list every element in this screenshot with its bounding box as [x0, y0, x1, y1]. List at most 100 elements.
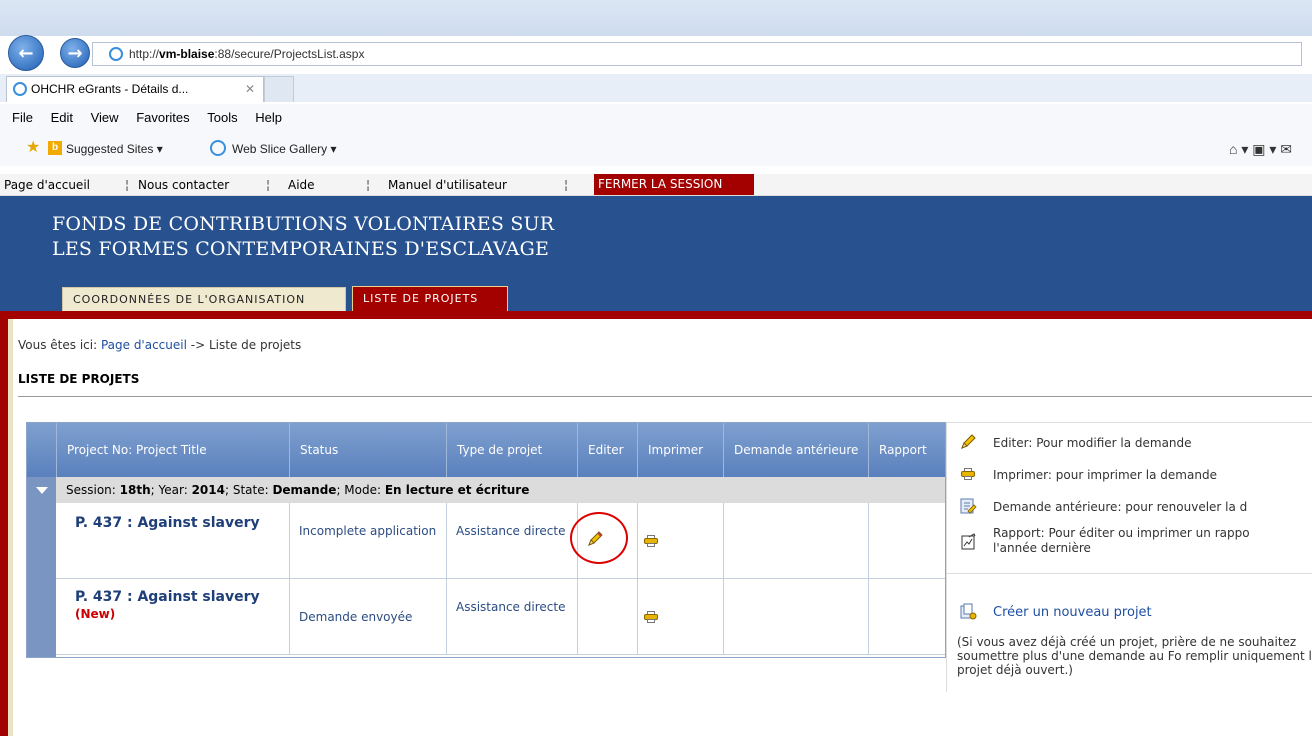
legend-print: Imprimer: pour imprimer la demande — [993, 468, 1217, 482]
menu-view[interactable]: View — [91, 110, 119, 125]
forward-button[interactable]: → — [60, 38, 90, 68]
create-project-link[interactable]: Créer un nouveau projet — [993, 605, 1152, 620]
star-icon[interactable]: ★ — [26, 140, 42, 156]
cell-divider — [577, 579, 637, 655]
group-session: 18th — [119, 483, 151, 497]
printer-icon — [961, 468, 975, 480]
cell-divider — [723, 579, 868, 655]
create-project-note: (Si vous avez déjà créé un projet, prièr… — [957, 635, 1312, 677]
group-year: 2014 — [191, 483, 225, 497]
address-bar[interactable]: http://vm-blaise:88/secure/ProjectsList.… — [92, 42, 1302, 66]
new-badge: (New) — [75, 607, 116, 621]
collapse-icon[interactable] — [36, 487, 48, 494]
nav-separator: ¦ — [564, 178, 569, 192]
col-header-edit[interactable]: Editer — [577, 423, 637, 477]
project-title-link[interactable]: P. 437 : Against slavery (New) — [75, 589, 275, 623]
table-row: P. 437 : Against slavery (New) Demande e… — [56, 579, 945, 655]
menu-tools[interactable]: Tools — [207, 110, 237, 125]
highlight-circle — [570, 512, 628, 564]
ie-icon — [109, 47, 123, 61]
close-icon[interactable]: ✕ — [245, 77, 255, 101]
breadcrumb-home-link[interactable]: Page d'accueil — [101, 338, 187, 352]
nav-separator: ¦ — [366, 178, 371, 192]
project-title[interactable]: P. 437 : Against slavery — [75, 515, 260, 531]
printer-icon[interactable] — [644, 535, 658, 547]
project-status: Incomplete application — [299, 524, 437, 538]
ie-icon — [210, 140, 226, 156]
url-prefix: http:// — [129, 47, 160, 61]
nav-manual[interactable]: Manuel d'utilisateur — [388, 174, 507, 196]
cell-divider — [446, 503, 577, 579]
menu-file[interactable]: File — [12, 110, 33, 125]
legend-report-line2: l'année dernière — [993, 541, 1091, 555]
breadcrumb-current: -> Liste de projets — [186, 338, 302, 352]
group-state: Demande — [272, 483, 337, 497]
col-header-status[interactable]: Status — [289, 423, 446, 477]
bing-icon: b — [48, 141, 62, 155]
nav-separator: ¦ — [266, 178, 271, 192]
col-header-report[interactable]: Rapport — [868, 423, 945, 477]
project-title-link[interactable]: P. 437 : Against slavery — [75, 515, 275, 532]
grid-header: Project No: Project Title Status Type de… — [27, 423, 945, 477]
toolbar-right-icons[interactable]: ⌂ ▾ ▣ ▾ ✉ — [1229, 132, 1292, 166]
legend-report-line1: Rapport: Pour éditer ou imprimer un rapp… — [993, 526, 1250, 540]
menu-help[interactable]: Help — [255, 110, 282, 125]
nav-help[interactable]: Aide — [288, 174, 315, 196]
web-slice-link[interactable]: Web Slice Gallery ▾ — [232, 132, 337, 166]
breadcrumb-prefix: Vous êtes ici: — [18, 338, 101, 352]
url-rest: :88/secure/ProjectsList.aspx — [214, 47, 365, 61]
suggested-sites-link[interactable]: Suggested Sites ▾ — [66, 132, 163, 166]
left-border-cream — [8, 319, 13, 736]
browser-tab[interactable]: OHCHR eGrants - Détails d... ✕ — [6, 76, 264, 102]
col-header-title[interactable]: Project No: Project Title — [56, 423, 289, 477]
cell-divider — [868, 579, 945, 655]
cell-divider — [289, 503, 446, 579]
project-status: Demande envoyée — [299, 610, 413, 624]
group-mode: En lecture et écriture — [384, 483, 530, 497]
expand-column — [27, 477, 56, 657]
banner-rule — [0, 311, 1312, 319]
cell-divider — [446, 579, 577, 655]
legend-edit: Editer: Pour modifier la demande — [993, 436, 1192, 450]
menu-edit[interactable]: Edit — [51, 110, 73, 125]
back-button[interactable]: ← — [8, 35, 44, 71]
arrow-left-icon: ← — [18, 42, 34, 64]
new-project-icon — [960, 603, 977, 620]
page-title: LISTE DE PROJETS — [18, 372, 140, 386]
legend-previous: Demande antérieure: pour renouveler la d — [993, 500, 1248, 514]
left-border-red — [0, 311, 8, 736]
col-header-print[interactable]: Imprimer — [637, 423, 723, 477]
group-session-label: Session: — [66, 483, 120, 497]
group-year-label: ; Year: — [150, 483, 192, 497]
col-header-previous[interactable]: Demande antérieure — [723, 423, 868, 477]
new-tab-button[interactable] — [264, 76, 294, 102]
projects-grid: Project No: Project Title Status Type de… — [26, 422, 946, 658]
site-title-line2: LES FORMES CONTEMPORAINES D'ESCLAVAGE — [52, 238, 550, 260]
tab-projects[interactable]: LISTE DE PROJETS — [352, 286, 508, 312]
ie-tab-icon — [13, 82, 27, 96]
project-title[interactable]: P. 437 : Against slavery — [75, 589, 260, 605]
group-row: Session: 18th; Year: 2014; State: Demand… — [56, 477, 945, 503]
breadcrumb: Vous êtes ici: Page d'accueil -> Liste d… — [18, 338, 301, 352]
report-icon — [961, 533, 976, 550]
legend-divider — [947, 573, 1312, 574]
printer-icon[interactable] — [644, 611, 658, 623]
col-header-type[interactable]: Type de projet — [446, 423, 577, 477]
group-mode-label: ; Mode: — [336, 483, 385, 497]
table-row: P. 437 : Against slavery Incomplete appl… — [56, 503, 945, 579]
arrow-right-icon: → — [67, 42, 83, 64]
menu-bar: File Edit View Favorites Tools Help — [0, 104, 1312, 132]
cell-divider — [723, 503, 868, 579]
site-title: FONDS DE CONTRIBUTIONS VOLONTAIRES SUR L… — [52, 212, 554, 262]
project-type: Assistance directe — [456, 600, 566, 614]
nav-separator: ¦ — [125, 178, 130, 192]
nav-home[interactable]: Page d'accueil — [4, 174, 90, 196]
site-title-line1: FONDS DE CONTRIBUTIONS VOLONTAIRES SUR — [52, 213, 555, 235]
nav-contact[interactable]: Nous contacter — [138, 174, 229, 196]
menu-favorites[interactable]: Favorites — [136, 110, 189, 125]
project-type: Assistance directe — [456, 524, 566, 538]
tab-organisation[interactable]: COORDONNÉES DE L'ORGANISATION — [62, 287, 346, 311]
logout-button[interactable]: FERMER LA SESSION — [594, 174, 754, 195]
browser-titlebar — [0, 0, 1312, 36]
renew-document-icon — [960, 498, 977, 514]
